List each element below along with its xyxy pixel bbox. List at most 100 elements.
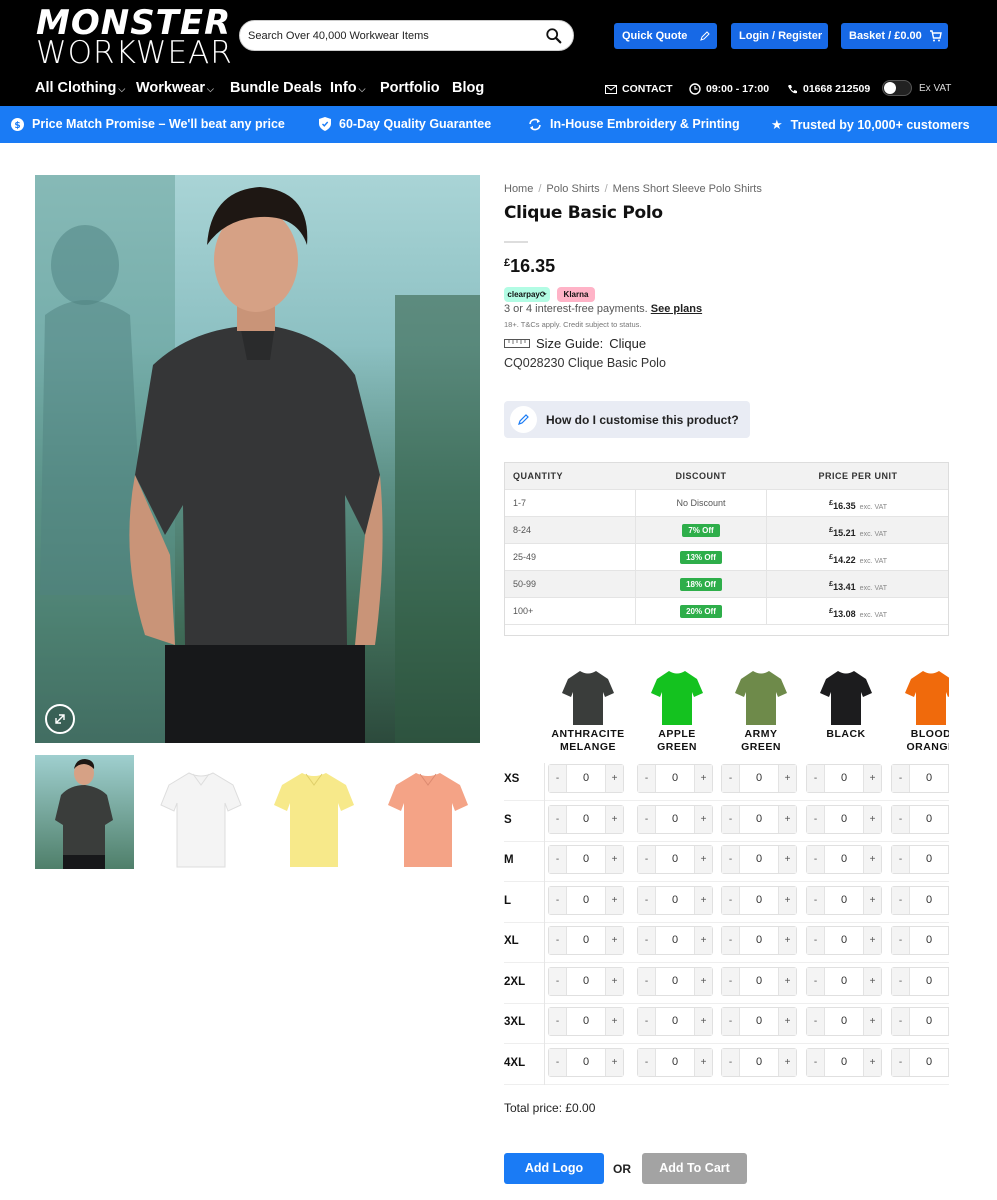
quantity-stepper[interactable]: -0+ <box>548 804 624 834</box>
colour-column-header[interactable]: BLACK <box>806 667 886 742</box>
quantity-input[interactable]: 0 <box>656 927 694 954</box>
thumbnail-1[interactable] <box>35 755 134 869</box>
nav-bundle-deals[interactable]: Bundle Deals <box>230 80 322 96</box>
quantity-input[interactable]: 0 <box>656 1008 694 1035</box>
login-register-button[interactable]: Login / Register <box>731 23 828 49</box>
decrement-button[interactable]: - <box>892 805 910 833</box>
quantity-stepper[interactable]: -0+ <box>548 926 624 955</box>
colour-column-header[interactable]: APPLE GREEN <box>637 667 717 753</box>
increment-button[interactable]: + <box>948 967 949 995</box>
quantity-input[interactable]: 0 <box>740 1049 778 1076</box>
colour-column-header[interactable]: ANTHRACITE MELANGE <box>548 667 628 753</box>
decrement-button[interactable]: - <box>549 886 567 914</box>
decrement-button[interactable]: - <box>892 1008 910 1035</box>
decrement-button[interactable]: - <box>638 886 656 914</box>
quantity-input[interactable]: 0 <box>656 968 694 995</box>
decrement-button[interactable]: - <box>549 1008 567 1035</box>
quantity-stepper[interactable]: -0+ <box>637 966 713 996</box>
decrement-button[interactable]: - <box>549 967 567 995</box>
increment-button[interactable]: + <box>605 805 623 833</box>
increment-button[interactable]: + <box>694 1048 712 1076</box>
increment-button[interactable]: + <box>605 886 623 914</box>
increment-button[interactable]: + <box>778 765 796 792</box>
quantity-stepper[interactable]: -0+ <box>891 1047 949 1077</box>
quantity-input[interactable]: 0 <box>567 887 605 914</box>
quantity-stepper[interactable]: -0+ <box>891 764 949 793</box>
quantity-input[interactable]: 0 <box>740 887 778 914</box>
quantity-stepper[interactable]: -0+ <box>806 966 882 996</box>
increment-button[interactable]: + <box>694 927 712 954</box>
increment-button[interactable]: + <box>694 1008 712 1035</box>
quantity-stepper[interactable]: -0+ <box>548 1007 624 1036</box>
quantity-stepper[interactable]: -0+ <box>548 885 624 915</box>
quantity-stepper[interactable]: -0+ <box>806 1047 882 1077</box>
clearpay-badge[interactable]: clearpay⟳ <box>504 287 550 302</box>
increment-button[interactable]: + <box>778 927 796 954</box>
breadcrumb-home[interactable]: Home <box>504 183 533 195</box>
increment-button[interactable]: + <box>778 1008 796 1035</box>
basket-button[interactable]: Basket / £0.00 <box>841 23 948 49</box>
quantity-stepper[interactable]: -0+ <box>891 926 949 955</box>
decrement-button[interactable]: - <box>638 1008 656 1035</box>
decrement-button[interactable]: - <box>722 765 740 792</box>
product-main-image[interactable] <box>35 175 480 743</box>
quantity-input[interactable]: 0 <box>910 968 948 995</box>
quantity-stepper[interactable]: -0+ <box>637 845 713 874</box>
decrement-button[interactable]: - <box>549 765 567 792</box>
quantity-stepper[interactable]: -0+ <box>721 926 797 955</box>
quantity-stepper[interactable]: -0+ <box>806 764 882 793</box>
increment-button[interactable]: + <box>778 1048 796 1076</box>
quantity-stepper[interactable]: -0+ <box>806 1007 882 1036</box>
quantity-input[interactable]: 0 <box>910 887 948 914</box>
quantity-input[interactable]: 0 <box>567 765 605 792</box>
increment-button[interactable]: + <box>863 765 881 792</box>
increment-button[interactable]: + <box>948 886 949 914</box>
decrement-button[interactable]: - <box>807 967 825 995</box>
quantity-input[interactable]: 0 <box>567 968 605 995</box>
quantity-stepper[interactable]: -0+ <box>891 845 949 874</box>
increment-button[interactable]: + <box>948 927 949 954</box>
nav-workwear[interactable]: Workwear ⌵ <box>136 80 214 96</box>
quantity-stepper[interactable]: -0+ <box>891 885 949 915</box>
increment-button[interactable]: + <box>778 846 796 873</box>
decrement-button[interactable]: - <box>549 846 567 873</box>
increment-button[interactable]: + <box>605 846 623 873</box>
quantity-stepper[interactable]: -0+ <box>548 966 624 996</box>
decrement-button[interactable]: - <box>807 886 825 914</box>
increment-button[interactable]: + <box>863 805 881 833</box>
decrement-button[interactable]: - <box>892 927 910 954</box>
quantity-stepper[interactable]: -0+ <box>637 1047 713 1077</box>
quantity-input[interactable]: 0 <box>740 927 778 954</box>
decrement-button[interactable]: - <box>892 967 910 995</box>
decrement-button[interactable]: - <box>892 846 910 873</box>
zoom-button[interactable] <box>45 704 75 734</box>
vat-toggle[interactable] <box>882 80 912 96</box>
increment-button[interactable]: + <box>694 846 712 873</box>
quantity-input[interactable]: 0 <box>910 1008 948 1035</box>
decrement-button[interactable]: - <box>722 805 740 833</box>
quantity-input[interactable]: 0 <box>825 765 863 792</box>
quantity-stepper[interactable]: -0+ <box>721 804 797 834</box>
decrement-button[interactable]: - <box>807 1008 825 1035</box>
quantity-input[interactable]: 0 <box>910 806 948 833</box>
increment-button[interactable]: + <box>863 846 881 873</box>
quantity-stepper[interactable]: -0+ <box>891 966 949 996</box>
increment-button[interactable]: + <box>605 765 623 792</box>
quantity-stepper[interactable]: -0+ <box>891 804 949 834</box>
decrement-button[interactable]: - <box>807 1048 825 1076</box>
decrement-button[interactable]: - <box>722 927 740 954</box>
decrement-button[interactable]: - <box>722 846 740 873</box>
decrement-button[interactable]: - <box>722 886 740 914</box>
quantity-input[interactable]: 0 <box>567 1049 605 1076</box>
colour-column-header[interactable]: ARMY GREEN <box>721 667 801 753</box>
quantity-input[interactable]: 0 <box>656 1049 694 1076</box>
quantity-input[interactable]: 0 <box>740 968 778 995</box>
increment-button[interactable]: + <box>694 765 712 792</box>
decrement-button[interactable]: - <box>807 765 825 792</box>
quantity-input[interactable]: 0 <box>656 765 694 792</box>
decrement-button[interactable]: - <box>549 1048 567 1076</box>
decrement-button[interactable]: - <box>638 765 656 792</box>
quantity-stepper[interactable]: -0+ <box>721 845 797 874</box>
see-plans-link[interactable]: See plans <box>651 303 702 315</box>
quantity-stepper[interactable]: -0+ <box>548 1047 624 1077</box>
